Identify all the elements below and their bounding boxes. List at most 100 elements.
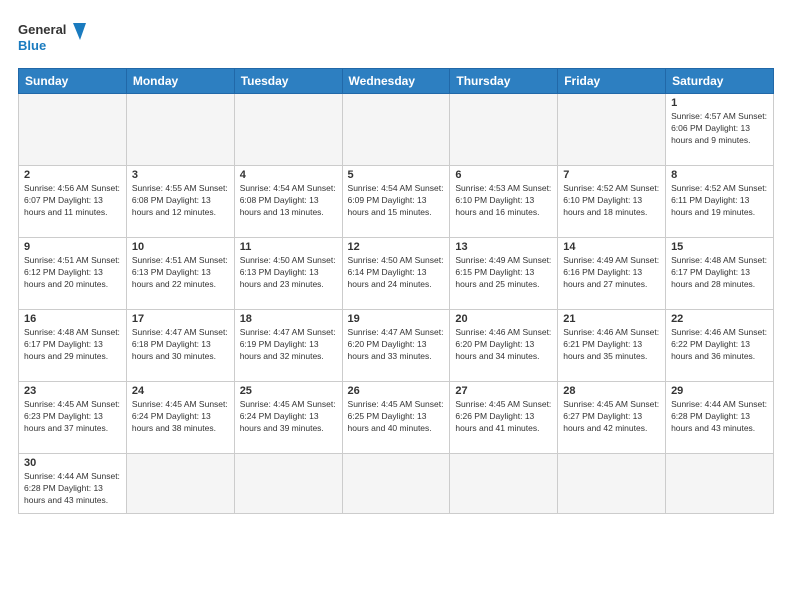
day-number: 9: [24, 241, 121, 253]
day-info: Sunrise: 4:48 AM Sunset: 6:17 PM Dayligh…: [671, 255, 768, 291]
calendar-cell: 15 Sunrise: 4:48 AM Sunset: 6:17 PM Dayli…: [666, 238, 774, 310]
calendar-cell: 6 Sunrise: 4:53 AM Sunset: 6:10 PM Daylig…: [450, 166, 558, 238]
day-number: 30: [24, 457, 121, 469]
calendar-cell: 28 Sunrise: 4:45 AM Sunset: 6:27 PM Dayli…: [558, 382, 666, 454]
day-number: 25: [240, 385, 337, 397]
day-info: Sunrise: 4:54 AM Sunset: 6:08 PM Dayligh…: [240, 183, 337, 219]
calendar-cell: [126, 94, 234, 166]
day-info: Sunrise: 4:49 AM Sunset: 6:16 PM Dayligh…: [563, 255, 660, 291]
day-info: Sunrise: 4:47 AM Sunset: 6:19 PM Dayligh…: [240, 327, 337, 363]
calendar-cell: [558, 454, 666, 514]
calendar-cell: [234, 454, 342, 514]
calendar: SundayMondayTuesdayWednesdayThursdayFrid…: [18, 68, 774, 514]
calendar-cell: 17 Sunrise: 4:47 AM Sunset: 6:18 PM Dayli…: [126, 310, 234, 382]
day-number: 10: [132, 241, 229, 253]
day-info: Sunrise: 4:52 AM Sunset: 6:10 PM Dayligh…: [563, 183, 660, 219]
calendar-cell: [450, 454, 558, 514]
calendar-cell: 3 Sunrise: 4:55 AM Sunset: 6:08 PM Daylig…: [126, 166, 234, 238]
day-info: Sunrise: 4:45 AM Sunset: 6:23 PM Dayligh…: [24, 399, 121, 435]
calendar-cell: 27 Sunrise: 4:45 AM Sunset: 6:26 PM Dayli…: [450, 382, 558, 454]
day-number: 3: [132, 169, 229, 181]
day-info: Sunrise: 4:53 AM Sunset: 6:10 PM Dayligh…: [455, 183, 552, 219]
day-info: Sunrise: 4:44 AM Sunset: 6:28 PM Dayligh…: [24, 471, 121, 507]
calendar-week-5: 23 Sunrise: 4:45 AM Sunset: 6:23 PM Dayli…: [19, 382, 774, 454]
day-number: 1: [671, 97, 768, 109]
calendar-cell: 24Sunrise: 4:45 AM Sunset: 6:24 PM Dayli…: [126, 382, 234, 454]
page: GeneralBlue SundayMondayTuesdayWednesday…: [0, 0, 792, 524]
calendar-header-tuesday: Tuesday: [234, 69, 342, 94]
day-info: Sunrise: 4:45 AM Sunset: 6:27 PM Dayligh…: [563, 399, 660, 435]
day-info: Sunrise: 4:50 AM Sunset: 6:13 PM Dayligh…: [240, 255, 337, 291]
day-number: 6: [455, 169, 552, 181]
calendar-cell: [558, 94, 666, 166]
day-number: 27: [455, 385, 552, 397]
day-number: 17: [132, 313, 229, 325]
day-info: Sunrise: 4:55 AM Sunset: 6:08 PM Dayligh…: [132, 183, 229, 219]
calendar-cell: 18 Sunrise: 4:47 AM Sunset: 6:19 PM Dayli…: [234, 310, 342, 382]
svg-text:Blue: Blue: [18, 38, 46, 53]
day-number: 26: [348, 385, 445, 397]
day-info: Sunrise: 4:47 AM Sunset: 6:18 PM Dayligh…: [132, 327, 229, 363]
day-number: 13: [455, 241, 552, 253]
day-number: 28: [563, 385, 660, 397]
day-info: Sunrise: 4:46 AM Sunset: 6:22 PM Dayligh…: [671, 327, 768, 363]
calendar-cell: 22 Sunrise: 4:46 AM Sunset: 6:22 PM Dayli…: [666, 310, 774, 382]
day-number: 5: [348, 169, 445, 181]
calendar-cell: 13 Sunrise: 4:49 AM Sunset: 6:15 PM Dayli…: [450, 238, 558, 310]
calendar-cell: 12 Sunrise: 4:50 AM Sunset: 6:14 PM Dayli…: [342, 238, 450, 310]
day-info: Sunrise: 4:54 AM Sunset: 6:09 PM Dayligh…: [348, 183, 445, 219]
calendar-cell: 23 Sunrise: 4:45 AM Sunset: 6:23 PM Dayli…: [19, 382, 127, 454]
day-number: 22: [671, 313, 768, 325]
day-number: 29: [671, 385, 768, 397]
day-number: 14: [563, 241, 660, 253]
calendar-cell: 14 Sunrise: 4:49 AM Sunset: 6:16 PM Dayli…: [558, 238, 666, 310]
day-info: Sunrise: 4:45 AM Sunset: 6:25 PM Dayligh…: [348, 399, 445, 435]
calendar-cell: 4Sunrise: 4:54 AM Sunset: 6:08 PM Daylig…: [234, 166, 342, 238]
calendar-cell: 29 Sunrise: 4:44 AM Sunset: 6:28 PM Dayli…: [666, 382, 774, 454]
calendar-cell: 1Sunrise: 4:57 AM Sunset: 6:06 PM Daylig…: [666, 94, 774, 166]
day-info: Sunrise: 4:47 AM Sunset: 6:20 PM Dayligh…: [348, 327, 445, 363]
header: GeneralBlue: [18, 18, 774, 58]
calendar-week-2: 2Sunrise: 4:56 AM Sunset: 6:07 PM Daylig…: [19, 166, 774, 238]
calendar-header-monday: Monday: [126, 69, 234, 94]
calendar-cell: 19 Sunrise: 4:47 AM Sunset: 6:20 PM Dayli…: [342, 310, 450, 382]
calendar-header-thursday: Thursday: [450, 69, 558, 94]
day-info: Sunrise: 4:48 AM Sunset: 6:17 PM Dayligh…: [24, 327, 121, 363]
calendar-cell: [19, 94, 127, 166]
calendar-header-wednesday: Wednesday: [342, 69, 450, 94]
calendar-cell: 8 Sunrise: 4:52 AM Sunset: 6:11 PM Daylig…: [666, 166, 774, 238]
day-info: Sunrise: 4:46 AM Sunset: 6:20 PM Dayligh…: [455, 327, 552, 363]
day-number: 11: [240, 241, 337, 253]
day-info: Sunrise: 4:52 AM Sunset: 6:11 PM Dayligh…: [671, 183, 768, 219]
calendar-cell: [666, 454, 774, 514]
generalblue-logo-icon: GeneralBlue: [18, 18, 88, 58]
day-info: Sunrise: 4:49 AM Sunset: 6:15 PM Dayligh…: [455, 255, 552, 291]
calendar-header-row: SundayMondayTuesdayWednesdayThursdayFrid…: [19, 69, 774, 94]
calendar-cell: [450, 94, 558, 166]
day-info: Sunrise: 4:44 AM Sunset: 6:28 PM Dayligh…: [671, 399, 768, 435]
day-info: Sunrise: 4:45 AM Sunset: 6:24 PM Dayligh…: [240, 399, 337, 435]
calendar-cell: 26 Sunrise: 4:45 AM Sunset: 6:25 PM Dayli…: [342, 382, 450, 454]
day-number: 19: [348, 313, 445, 325]
calendar-cell: 7Sunrise: 4:52 AM Sunset: 6:10 PM Daylig…: [558, 166, 666, 238]
calendar-cell: 10Sunrise: 4:51 AM Sunset: 6:13 PM Dayli…: [126, 238, 234, 310]
day-info: Sunrise: 4:45 AM Sunset: 6:26 PM Dayligh…: [455, 399, 552, 435]
calendar-cell: 9Sunrise: 4:51 AM Sunset: 6:12 PM Daylig…: [19, 238, 127, 310]
day-number: 23: [24, 385, 121, 397]
day-number: 16: [24, 313, 121, 325]
calendar-header-saturday: Saturday: [666, 69, 774, 94]
day-number: 12: [348, 241, 445, 253]
day-info: Sunrise: 4:50 AM Sunset: 6:14 PM Dayligh…: [348, 255, 445, 291]
calendar-header-friday: Friday: [558, 69, 666, 94]
calendar-cell: [342, 94, 450, 166]
day-number: 8: [671, 169, 768, 181]
calendar-week-6: 30 Sunrise: 4:44 AM Sunset: 6:28 PM Dayli…: [19, 454, 774, 514]
day-info: Sunrise: 4:46 AM Sunset: 6:21 PM Dayligh…: [563, 327, 660, 363]
day-number: 18: [240, 313, 337, 325]
calendar-week-1: 1Sunrise: 4:57 AM Sunset: 6:06 PM Daylig…: [19, 94, 774, 166]
calendar-cell: 21Sunrise: 4:46 AM Sunset: 6:21 PM Dayli…: [558, 310, 666, 382]
day-number: 15: [671, 241, 768, 253]
day-info: Sunrise: 4:56 AM Sunset: 6:07 PM Dayligh…: [24, 183, 121, 219]
calendar-cell: [342, 454, 450, 514]
calendar-cell: 2Sunrise: 4:56 AM Sunset: 6:07 PM Daylig…: [19, 166, 127, 238]
